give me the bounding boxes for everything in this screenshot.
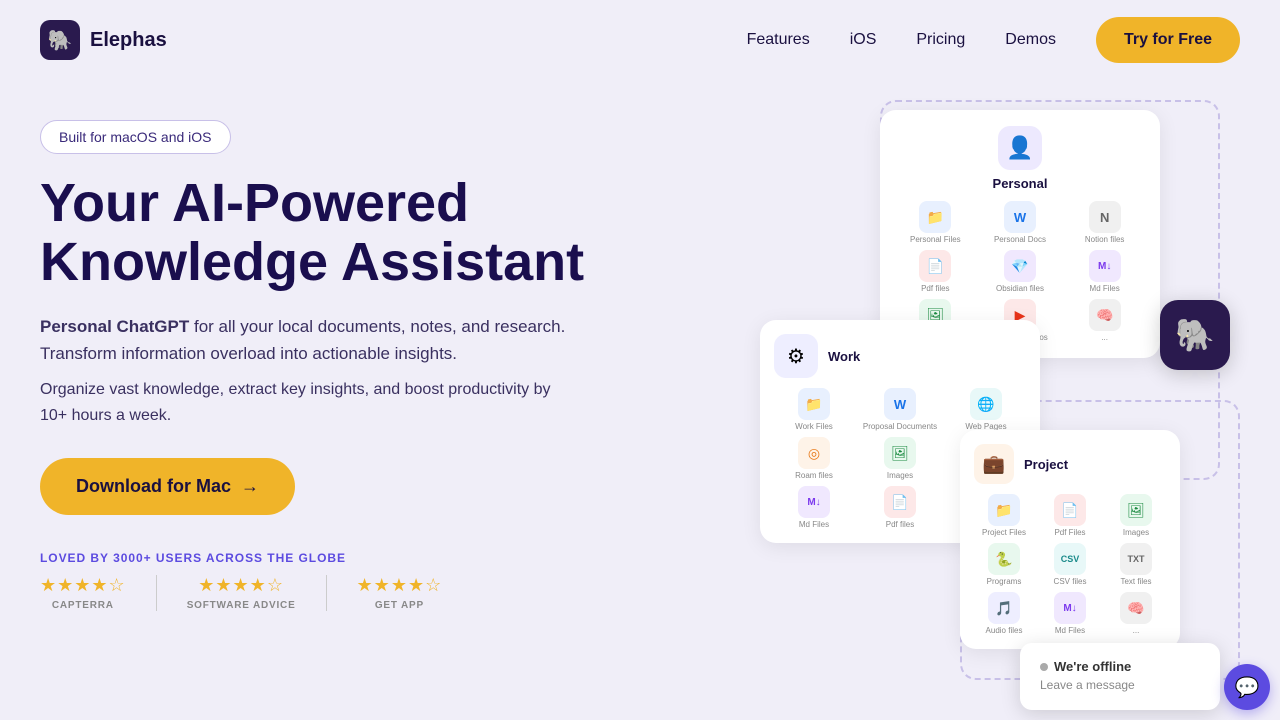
chat-status: We're offline [1040, 659, 1200, 674]
navbar: 🐘 Elephas Features iOS Pricing Demos Try… [0, 0, 1280, 80]
software-advice-label: SOFTWARE ADVICE [187, 600, 296, 611]
list-item: 🐍 Programs [974, 543, 1034, 586]
getapp-label: GET APP [375, 600, 424, 611]
personal-card-header: 👤 Personal [896, 126, 1144, 191]
logo-icon: 🐘 [40, 20, 80, 60]
file-icon: 📄 [1054, 494, 1086, 526]
list-item: M↓ Md Files [774, 486, 854, 529]
chat-popup: We're offline Leave a message [1020, 643, 1220, 710]
arrow-icon: → [241, 476, 259, 497]
logo-text: Elephas [90, 29, 167, 52]
chat-icon: 💬 [1235, 675, 1260, 700]
chat-leave-message: Leave a message [1040, 678, 1135, 692]
nav-links: Features iOS Pricing Demos Try for Free [747, 17, 1240, 63]
chat-offline-text: We're offline [1054, 659, 1131, 674]
file-icon: 📁 [919, 201, 951, 233]
list-item: 📄 Pdf files [860, 486, 940, 529]
project-files-grid: 📁 Project Files 📄 Pdf Files 🖼 Images 🐍 P… [974, 494, 1166, 635]
file-icon: W [1004, 201, 1036, 233]
file-icon: 📁 [988, 494, 1020, 526]
rating-capterra: ★★★★☆ CAPTERRA [40, 575, 157, 611]
file-icon: 📄 [884, 486, 916, 518]
list-item: W Personal Docs [981, 201, 1060, 244]
file-icon: 📄 [919, 250, 951, 282]
list-item: 🌐 Web Pages [946, 388, 1026, 431]
hero-title: Your AI-Powered Knowledge Assistant [40, 174, 700, 293]
rating-getapp: ★★★★☆ GET APP [327, 575, 473, 611]
list-item: 📁 Project Files [974, 494, 1034, 537]
list-item: CSV CSV files [1040, 543, 1100, 586]
download-mac-button[interactable]: Download for Mac → [40, 458, 295, 515]
list-item: W Proposal Documents [860, 388, 940, 431]
ratings-row: ★★★★☆ CAPTERRA ★★★★☆ SOFTWARE ADVICE ★★★… [40, 575, 700, 611]
file-icon: ◎ [798, 437, 830, 469]
list-item: 🖼 Images [1106, 494, 1166, 537]
platform-badge: Built for macOS and iOS [40, 120, 231, 154]
list-item: 🧠 ... [1106, 592, 1166, 635]
personal-icon: 👤 [998, 126, 1042, 170]
file-icon: 📁 [798, 388, 830, 420]
hero-description-2: Organize vast knowledge, extract key ins… [40, 377, 580, 428]
project-icon: 💼 [974, 444, 1014, 484]
nav-features[interactable]: Features [747, 31, 810, 49]
list-item: M↓ Md Files [1040, 592, 1100, 635]
file-icon: 🖼 [1120, 494, 1152, 526]
logo[interactable]: 🐘 Elephas [40, 20, 167, 60]
capterra-label: CAPTERRA [52, 600, 114, 611]
nav-ios[interactable]: iOS [850, 31, 877, 49]
nav-demos[interactable]: Demos [1005, 31, 1056, 49]
loved-text: LOVED BY 3000+ USERS ACROSS THE GLOBE [40, 551, 700, 565]
file-icon: 🖼 [884, 437, 916, 469]
list-item: 📄 Pdf Files [1040, 494, 1100, 537]
file-icon: N [1089, 201, 1121, 233]
getapp-stars: ★★★★☆ [357, 575, 443, 596]
list-item: 📁 Personal Files [896, 201, 975, 244]
rating-software-advice: ★★★★☆ SOFTWARE ADVICE [157, 575, 327, 611]
software-advice-stars: ★★★★☆ [198, 575, 284, 596]
file-icon: W [884, 388, 916, 420]
file-icon: 🧠 [1120, 592, 1152, 624]
social-proof: LOVED BY 3000+ USERS ACROSS THE GLOBE ★★… [40, 551, 700, 611]
file-icon: 🎵 [988, 592, 1020, 624]
try-free-button[interactable]: Try for Free [1096, 17, 1240, 63]
list-item: 🖼 Images [860, 437, 940, 480]
file-icon: 🧠 [1089, 299, 1121, 331]
capterra-stars: ★★★★☆ [40, 575, 126, 596]
elephas-app-icon: 🐘 [1160, 300, 1230, 370]
chat-open-button[interactable]: 💬 [1224, 664, 1270, 710]
file-icon: M↓ [1089, 250, 1121, 282]
project-card: 💼 Project 📁 Project Files 📄 Pdf Files 🖼 … [960, 430, 1180, 649]
file-icon: CSV [1054, 543, 1086, 575]
list-item: N Notion files [1065, 201, 1144, 244]
list-item: 💎 Obsidian files [981, 250, 1060, 293]
list-item: TXT Text files [1106, 543, 1166, 586]
hero-section: Built for macOS and iOS Your AI-Powered … [0, 80, 1280, 720]
file-icon: 🐍 [988, 543, 1020, 575]
file-icon: 🌐 [970, 388, 1002, 420]
file-icon: TXT [1120, 543, 1152, 575]
list-item: 📁 Work Files [774, 388, 854, 431]
hero-description-1: Personal ChatGPT for all your local docu… [40, 313, 580, 367]
file-icon: M↓ [1054, 592, 1086, 624]
offline-dot [1040, 663, 1048, 671]
list-item: 🧠 ... [1065, 299, 1144, 342]
nav-pricing[interactable]: Pricing [916, 31, 965, 49]
file-icon: M↓ [798, 486, 830, 518]
hero-illustration: 👤 Personal 📁 Personal Files W Personal D… [740, 100, 1240, 720]
hero-left: Built for macOS and iOS Your AI-Powered … [40, 100, 700, 720]
list-item: ◎ Roam files [774, 437, 854, 480]
list-item: 📄 Pdf files [896, 250, 975, 293]
list-item: 🎵 Audio files [974, 592, 1034, 635]
work-icon: ⚙ [774, 334, 818, 378]
file-icon: 💎 [1004, 250, 1036, 282]
list-item: M↓ Md Files [1065, 250, 1144, 293]
